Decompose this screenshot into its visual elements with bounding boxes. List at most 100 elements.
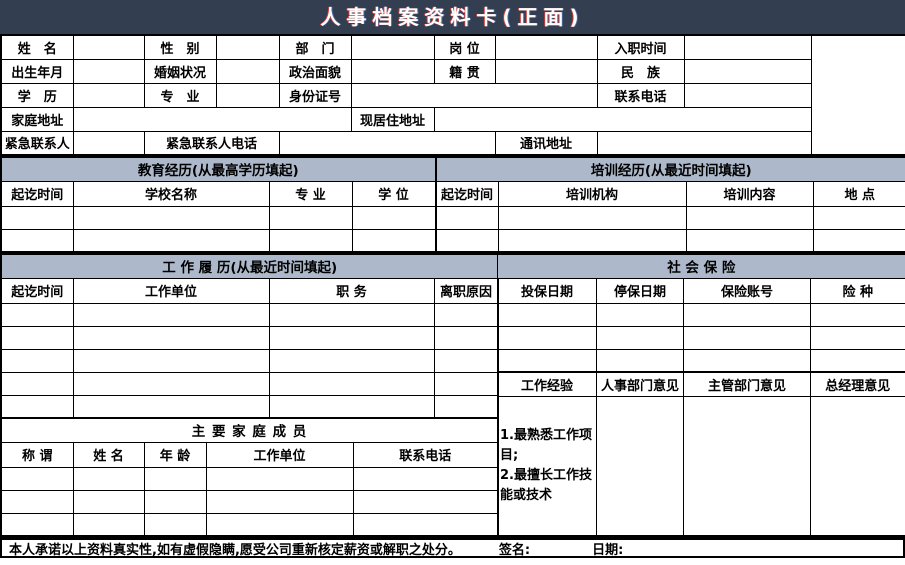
empty-cell[interactable]	[143, 512, 207, 537]
empty-cell[interactable]	[685, 228, 814, 253]
empty-cell[interactable]	[497, 348, 597, 373]
empty-cell[interactable]	[683, 325, 811, 350]
train-col-institution: 培训机构	[497, 180, 687, 207]
empty-cell[interactable]	[268, 228, 353, 253]
empty-cell[interactable]	[205, 512, 354, 537]
empty-cell[interactable]	[433, 302, 499, 327]
empty-cell[interactable]	[0, 489, 74, 514]
training-section-title: 培训经历(从最近时间填起)	[435, 156, 905, 182]
empty-cell[interactable]	[0, 371, 74, 396]
political-status-input-cell[interactable]	[350, 58, 435, 84]
mailing-address-input-cell[interactable]	[596, 130, 812, 156]
empty-cell[interactable]	[596, 302, 684, 327]
empty-cell[interactable]	[352, 466, 499, 491]
empty-cell[interactable]	[72, 394, 270, 419]
gender-input-cell[interactable]	[215, 34, 280, 60]
department-input-cell[interactable]	[350, 34, 435, 60]
empty-cell[interactable]	[812, 228, 905, 253]
empty-cell[interactable]	[0, 512, 74, 537]
empty-cell[interactable]	[433, 394, 499, 419]
empty-cell[interactable]	[0, 302, 74, 327]
empty-cell[interactable]	[435, 205, 499, 230]
empty-cell[interactable]	[268, 302, 435, 327]
empty-cell[interactable]	[143, 466, 207, 491]
gm-opinion-cell[interactable]	[809, 395, 905, 537]
empty-cell[interactable]	[0, 466, 74, 491]
current-address-input-cell[interactable]	[433, 106, 812, 132]
empty-cell[interactable]	[812, 205, 905, 230]
education-input-cell[interactable]	[72, 82, 145, 108]
empty-cell[interactable]	[72, 489, 145, 514]
empty-cell[interactable]	[809, 325, 905, 350]
empty-cell[interactable]	[433, 371, 499, 396]
empty-cell[interactable]	[433, 325, 499, 350]
empty-cell[interactable]	[268, 394, 435, 419]
empty-cell[interactable]	[268, 371, 435, 396]
major-input-cell[interactable]	[215, 82, 280, 108]
empty-cell[interactable]	[596, 348, 684, 373]
photo-cell[interactable]	[810, 34, 905, 156]
train-col-period: 起讫时间	[435, 180, 499, 207]
empty-cell[interactable]	[72, 228, 270, 253]
name-input-cell[interactable]	[72, 34, 145, 60]
empty-cell[interactable]	[683, 302, 811, 327]
empty-cell[interactable]	[683, 348, 811, 373]
empty-cell[interactable]	[268, 348, 435, 373]
empty-cell[interactable]	[72, 325, 270, 350]
hire-date-input-cell[interactable]	[683, 34, 812, 60]
home-address-input-cell[interactable]	[72, 106, 352, 132]
empty-cell[interactable]	[351, 228, 436, 253]
work-col-employer: 工作单位	[72, 277, 270, 304]
empty-cell[interactable]	[72, 348, 270, 373]
emergency-contact-input-cell[interactable]	[72, 130, 145, 156]
empty-cell[interactable]	[809, 348, 905, 373]
empty-cell[interactable]	[685, 205, 814, 230]
empty-cell[interactable]	[351, 205, 436, 230]
hr-opinion-cell[interactable]	[596, 395, 684, 537]
signature-label: 签名:	[498, 542, 531, 558]
empty-cell[interactable]	[352, 512, 499, 537]
empty-cell[interactable]	[0, 394, 74, 419]
supervisor-opinion-cell[interactable]	[683, 395, 811, 537]
empty-cell[interactable]	[352, 489, 499, 514]
empty-cell[interactable]	[497, 205, 687, 230]
edu-col-major: 专 业	[268, 180, 353, 207]
empty-cell[interactable]	[0, 325, 74, 350]
empty-cell[interactable]	[143, 489, 207, 514]
birth-date-input-cell[interactable]	[72, 58, 145, 84]
empty-cell[interactable]	[497, 302, 597, 327]
empty-cell[interactable]	[497, 325, 597, 350]
empty-cell[interactable]	[809, 302, 905, 327]
birth-date-label: 出生年月	[0, 58, 74, 84]
marital-status-input-cell[interactable]	[215, 58, 280, 84]
empty-cell[interactable]	[72, 466, 145, 491]
empty-cell[interactable]	[268, 205, 353, 230]
empty-cell[interactable]	[497, 228, 687, 253]
ethnicity-input-cell[interactable]	[683, 58, 812, 84]
native-place-input-cell[interactable]	[494, 58, 598, 84]
family-col-employer: 工作单位	[205, 441, 354, 468]
emergency-phone-input-cell[interactable]	[278, 130, 496, 156]
empty-cell[interactable]	[596, 325, 684, 350]
empty-cell[interactable]	[205, 466, 354, 491]
empty-cell[interactable]	[72, 371, 270, 396]
empty-cell[interactable]	[0, 348, 74, 373]
empty-cell[interactable]	[0, 228, 74, 253]
left-column: 工 作 履 历(从最近时间填起) 起讫时间 工作单位 职 务 离职原因 主 要 …	[0, 253, 500, 537]
id-number-input-cell[interactable]	[350, 82, 598, 108]
family-section-title: 主 要 家 庭 成 员	[0, 417, 499, 443]
empty-cell[interactable]	[435, 228, 499, 253]
empty-cell[interactable]	[205, 489, 354, 514]
edu-col-period: 起讫时间	[0, 180, 74, 207]
empty-cell[interactable]	[72, 302, 270, 327]
position-input-cell[interactable]	[494, 34, 598, 60]
empty-cell[interactable]	[72, 205, 270, 230]
education-table: 教育经历(从最高学历填起) 起讫时间 学校名称 专 业 学 位	[0, 156, 436, 253]
empty-cell[interactable]	[0, 205, 74, 230]
empty-cell[interactable]	[433, 348, 499, 373]
ins-col-stop-date: 停保日期	[596, 277, 684, 304]
empty-cell[interactable]	[268, 325, 435, 350]
contact-phone-input-cell[interactable]	[683, 82, 812, 108]
empty-cell[interactable]	[72, 512, 145, 537]
current-address-label: 现居住地址	[350, 106, 435, 132]
